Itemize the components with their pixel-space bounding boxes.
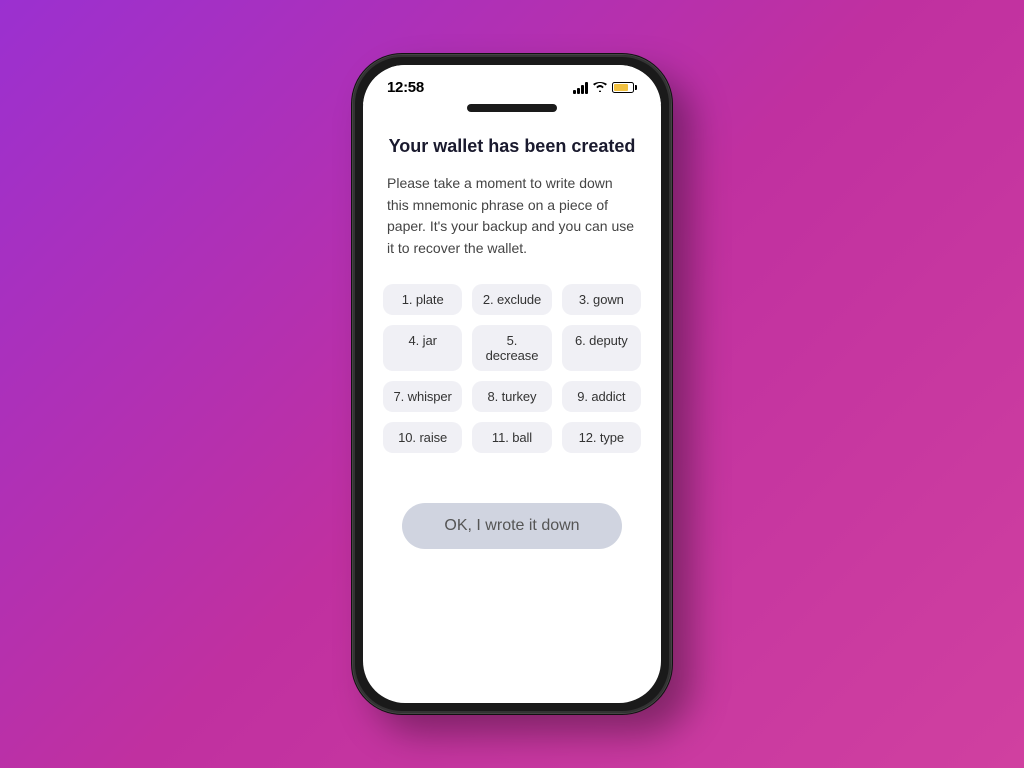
signal-icon [573, 82, 588, 94]
status-icons [573, 81, 637, 95]
mnemonic-word-5: 5. decrease [472, 325, 551, 371]
mnemonic-word-2: 2. exclude [472, 284, 551, 315]
phone-screen: 12:58 [363, 65, 661, 703]
mnemonic-word-12: 12. type [562, 422, 641, 453]
mnemonic-word-10: 10. raise [383, 422, 462, 453]
screen-content: Your wallet has been created Please take… [363, 116, 661, 703]
phone-wrapper: 12:58 [352, 54, 672, 714]
mnemonic-word-9: 9. addict [562, 381, 641, 412]
wallet-title: Your wallet has been created [389, 136, 636, 157]
status-bar: 12:58 [363, 65, 661, 104]
mnemonic-word-8: 8. turkey [472, 381, 551, 412]
mnemonic-word-4: 4. jar [383, 325, 462, 371]
mnemonic-word-1: 1. plate [383, 284, 462, 315]
mnemonic-grid: 1. plate 2. exclude 3. gown 4. jar5. decrea… [383, 284, 641, 453]
notch-area [363, 104, 661, 116]
mnemonic-word-7: 7. whisper [383, 381, 462, 412]
ok-button[interactable]: OK, I wrote it down [402, 503, 622, 549]
mnemonic-word-11: 11. ball [472, 422, 551, 453]
wallet-description: Please take a moment to write down this … [383, 173, 641, 260]
mnemonic-word-6: 6. deputy [562, 325, 641, 371]
phone-frame: 12:58 [352, 54, 672, 714]
dynamic-island [467, 104, 557, 112]
mnemonic-word-3: 3. gown [562, 284, 641, 315]
status-time: 12:58 [387, 79, 424, 96]
battery-icon [612, 82, 637, 93]
wifi-icon [593, 81, 607, 95]
